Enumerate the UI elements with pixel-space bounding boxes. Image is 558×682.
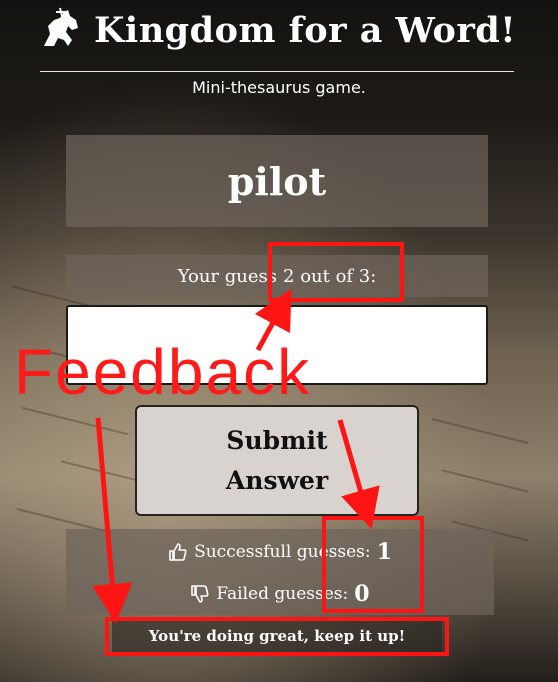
annotation-box-score bbox=[322, 516, 424, 613]
annotation-label: Feedback bbox=[14, 336, 312, 408]
target-word: pilot bbox=[227, 158, 327, 204]
title-divider bbox=[40, 71, 514, 72]
score-panel: Successfull guesses: 1 Failed guesses: 0 bbox=[66, 529, 494, 615]
app-title: Kingdom for a Word! bbox=[94, 10, 517, 51]
submit-label-line1: Submit bbox=[226, 425, 328, 455]
failed-guesses-row: Failed guesses: 0 bbox=[66, 579, 494, 609]
thumbs-up-icon bbox=[169, 543, 187, 561]
app-header: Kingdom for a Word! Mini-thesaurus game. bbox=[0, 0, 558, 97]
submit-label-line2: Answer bbox=[225, 465, 329, 495]
knight-horse-icon bbox=[44, 7, 78, 46]
annotation-box-guess-progress bbox=[268, 242, 404, 302]
app-subtitle: Mini-thesaurus game. bbox=[192, 78, 366, 97]
successful-guesses-row: Successfull guesses: 1 bbox=[66, 537, 494, 567]
guess-prefix: Your guess bbox=[177, 265, 278, 287]
thumbs-down-icon bbox=[191, 585, 209, 603]
target-word-card: pilot bbox=[66, 135, 488, 227]
annotation-box-feedback bbox=[105, 617, 449, 656]
submit-answer-button[interactable]: Submit Answer bbox=[135, 405, 419, 516]
